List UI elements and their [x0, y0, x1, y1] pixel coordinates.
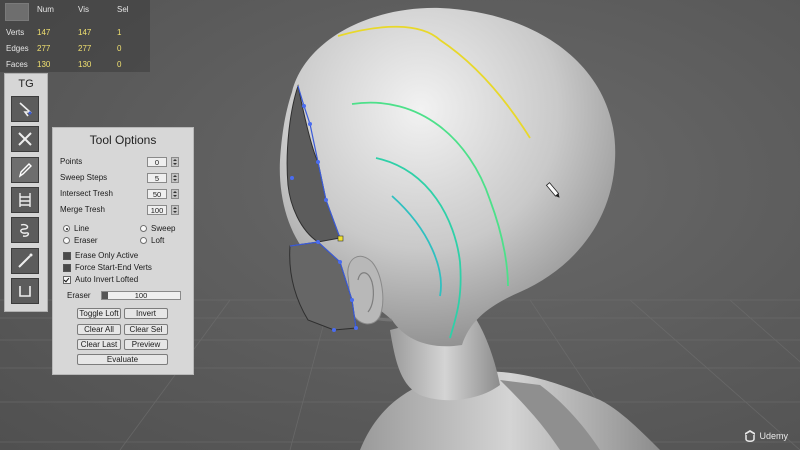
tool-options-title: Tool Options: [89, 133, 157, 147]
toolbar-title: TG: [18, 78, 34, 90]
merge-tresh-spinner-arrows[interactable]: [171, 205, 179, 215]
radio-loft-label: Loft: [151, 236, 165, 245]
cross-delete-icon: [18, 132, 32, 146]
tool-brush-button[interactable]: [11, 248, 39, 274]
intersect-tresh-label: Intersect Tresh: [60, 189, 113, 198]
intersect-tresh-field[interactable]: 50: [147, 189, 167, 199]
toggle-loft-button[interactable]: Toggle Loft: [77, 308, 121, 319]
points-label: Points: [60, 157, 83, 166]
eraser-size-value: 100: [134, 291, 148, 300]
select-arrow-icon: [19, 102, 33, 117]
invert-button[interactable]: Invert: [124, 308, 168, 319]
tool-loft-button[interactable]: [11, 187, 39, 213]
tool-options-panel: Tool Options Points 0 Sweep Steps 5 Inte…: [52, 127, 194, 375]
stat-edges-num: 277: [37, 44, 51, 53]
sweep-steps-spinner-arrows[interactable]: [171, 173, 179, 183]
radio-sweep[interactable]: [140, 225, 147, 232]
tool-bridge-button[interactable]: [11, 278, 39, 304]
eraser-slider-handle[interactable]: [102, 292, 108, 299]
watermark-text: Udemy: [759, 431, 788, 441]
stat-label-edges: Edges: [6, 44, 29, 53]
brush-icon: [18, 253, 33, 268]
stat-header-sel: Sel: [117, 5, 129, 14]
evaluate-button[interactable]: Evaluate: [77, 354, 168, 365]
checkbox-erase-only-active[interactable]: [63, 252, 71, 260]
ladder-loft-icon: [19, 193, 31, 207]
stat-label-faces: Faces: [6, 60, 28, 69]
merge-tresh-field[interactable]: 100: [147, 205, 167, 215]
sweep-steps-field[interactable]: 5: [147, 173, 167, 183]
bracket-bridge-icon: [19, 286, 31, 297]
3d-viewport[interactable]: Num Vis Sel Verts 147 147 1 Edges 277 27…: [0, 0, 800, 450]
eraser-size-label: Eraser: [67, 291, 91, 300]
spiral-sweep-icon: [20, 223, 30, 237]
merge-tresh-label: Merge Tresh: [60, 205, 105, 214]
points-spinner-arrows[interactable]: [171, 157, 179, 167]
radio-line[interactable]: [63, 225, 70, 232]
stat-faces-num: 130: [37, 60, 51, 69]
preview-button[interactable]: Preview: [124, 339, 168, 350]
clear-all-button[interactable]: Clear All: [77, 324, 121, 335]
checkbox-force-start-end-verts[interactable]: [63, 264, 71, 272]
stat-edges-vis: 277: [78, 44, 92, 53]
mesh-stats-hud: Num Vis Sel Verts 147 147 1 Edges 277 27…: [0, 0, 150, 72]
stat-faces-vis: 130: [78, 60, 92, 69]
intersect-tresh-spinner-arrows[interactable]: [171, 189, 179, 199]
stat-verts-num: 147: [37, 28, 51, 37]
pencil-draw-icon: [18, 163, 32, 178]
tool-sweep-button[interactable]: [11, 217, 39, 243]
stat-header-num: Num: [37, 5, 54, 14]
clear-sel-button[interactable]: Clear Sel: [124, 324, 168, 335]
points-field[interactable]: 0: [147, 157, 167, 167]
checkbox-auto-invert-lofted[interactable]: [63, 276, 71, 284]
force-start-end-verts-label: Force Start-End Verts: [75, 263, 152, 272]
radio-eraser-label: Eraser: [74, 236, 98, 245]
sweep-steps-label: Sweep Steps: [60, 173, 108, 182]
tool-draw-button[interactable]: [11, 157, 39, 183]
tg-toolbar: TG: [4, 73, 48, 312]
stat-label-verts: Verts: [6, 28, 25, 37]
udemy-watermark: Udemy: [745, 430, 788, 442]
stat-faces-sel: 0: [117, 60, 122, 69]
stat-edges-sel: 0: [117, 44, 122, 53]
app-logo-icon: [5, 3, 29, 21]
erase-only-active-label: Erase Only Active: [75, 251, 139, 260]
stat-verts-sel: 1: [117, 28, 122, 37]
tool-select-button[interactable]: [11, 96, 39, 122]
stat-header-vis: Vis: [78, 5, 89, 14]
eraser-size-slider[interactable]: 100: [101, 291, 181, 300]
radio-line-label: Line: [74, 224, 90, 233]
udemy-logo-icon: [745, 430, 756, 442]
radio-eraser[interactable]: [63, 237, 70, 244]
radio-loft[interactable]: [140, 237, 147, 244]
tool-delete-button[interactable]: [11, 126, 39, 152]
stat-verts-vis: 147: [78, 28, 92, 37]
clear-last-button[interactable]: Clear Last: [77, 339, 121, 350]
radio-sweep-label: Sweep: [151, 224, 176, 233]
auto-invert-lofted-label: Auto Invert Lofted: [75, 275, 139, 284]
